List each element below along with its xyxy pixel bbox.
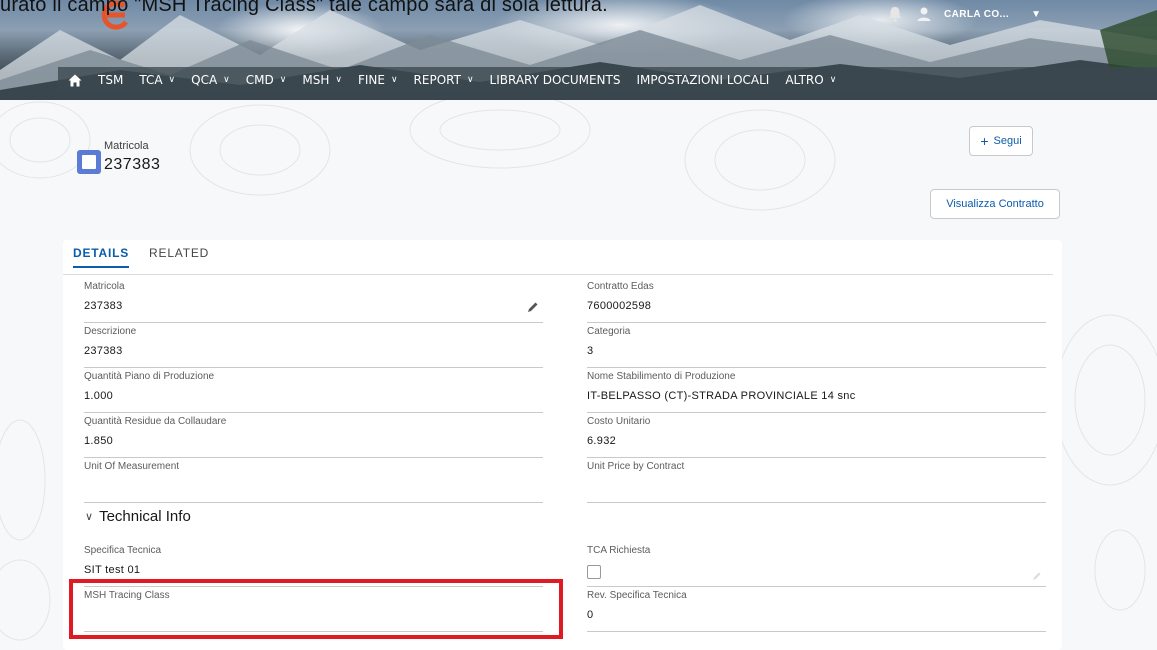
section-technical-info[interactable]: ∨ Technical Info: [85, 508, 191, 525]
nav-item-label: IMPOSTAZIONI LOCALI: [636, 73, 770, 87]
follow-button[interactable]: + Segui: [969, 126, 1033, 156]
nav-item-report[interactable]: REPORT ∨: [414, 73, 474, 87]
nav-item-label: FINE: [357, 73, 385, 87]
field-value: 237383: [84, 300, 123, 312]
nav-item-label: CMD: [245, 73, 274, 87]
field-costo-unitario: Costo Unitario 6.932: [587, 414, 1046, 458]
user-area: CARLA CO... ▼: [886, 5, 1041, 23]
field-quantita-residue: Quantità Residue da Collaudare 1.850: [84, 414, 543, 458]
tab-related[interactable]: RELATED: [149, 246, 209, 268]
field-value: 1.850: [84, 435, 114, 447]
tab-details[interactable]: DETAILS: [73, 246, 130, 268]
nav-item-label: LIBRARY DOCUMENTS: [489, 73, 621, 87]
nav-item-altro[interactable]: ALTRO ∨: [785, 73, 836, 87]
nav-item-msh[interactable]: MSH ∨: [302, 73, 342, 87]
chevron-down-icon: ∨: [168, 75, 176, 85]
highlight-box: [69, 579, 563, 639]
tab-bar: DETAILS RELATED: [73, 246, 209, 268]
edit-pencil-icon[interactable]: [1032, 571, 1042, 581]
nav-item-cmd[interactable]: CMD ∨: [246, 73, 287, 87]
field-label: Descrizione: [84, 326, 137, 337]
field-value: 0: [587, 609, 594, 621]
nav-item-fine[interactable]: FINE ∨: [358, 73, 398, 87]
nav-item-tsm[interactable]: TSM: [98, 73, 123, 87]
record-type-label: Matricola: [104, 140, 149, 152]
field-label: TCA Richiesta: [587, 545, 651, 556]
field-label: Unit Of Measurement: [84, 461, 180, 472]
bell-icon[interactable]: [886, 5, 904, 23]
nav-item-label: REPORT: [413, 73, 461, 87]
field-label: Quantità Piano di Produzione: [84, 371, 215, 382]
field-matricola: Matricola 237383: [84, 279, 543, 323]
field-label: Categoria: [587, 326, 631, 337]
nav-item-label: TSM: [98, 73, 124, 87]
nav-bar: TSM TCA ∨ QCA ∨ CMD ∨ MSH ∨ FINE ∨ REPORT ∨ LIBRARY D…: [58, 67, 1157, 93]
field-value: IT-BELPASSO (CT)-STRADA PROVINCIALE 14 s…: [587, 390, 856, 402]
field-label: Rev. Specifica Tecnica: [587, 590, 687, 601]
field-value: 6.932: [587, 435, 617, 447]
field-label: Unit Price by Contract: [587, 461, 685, 472]
field-value: 3: [587, 345, 594, 357]
field-nome-stabilimento: Nome Stabilimento di Produzione IT-BELPA…: [587, 369, 1046, 413]
nav-item-label: TCA: [139, 73, 163, 87]
field-label: Matricola: [84, 281, 125, 292]
chevron-down-icon: ∨: [466, 75, 474, 85]
field-value: 1.000: [84, 390, 114, 402]
view-contract-button[interactable]: Visualizza Contratto: [930, 189, 1060, 219]
tca-richiesta-checkbox[interactable]: [587, 565, 601, 579]
screen: CARLA CO... ▼ urato il campo "MSH Tracin…: [0, 0, 1157, 650]
record-name: 237383: [104, 156, 161, 173]
record-type-icon: [77, 150, 101, 174]
field-contratto-edas: Contratto Edas 7600002598: [587, 279, 1046, 323]
chevron-down-icon: ∨: [335, 75, 342, 85]
field-value: 7600002598: [587, 300, 652, 312]
nav-item-qca[interactable]: QCA ∨: [191, 73, 230, 87]
nav-item-impostazioni-locali[interactable]: IMPOSTAZIONI LOCALI: [636, 73, 769, 87]
chevron-down-icon: ∨: [223, 75, 230, 85]
field-quantita-piano: Quantità Piano di Produzione 1.000: [84, 369, 543, 413]
field-tca-richiesta: TCA Richiesta: [587, 543, 1046, 587]
field-rev-specifica-tecnica: Rev. Specifica Tecnica 0: [587, 588, 1046, 632]
nav-item-library-documents[interactable]: LIBRARY DOCUMENTS: [490, 73, 621, 87]
nav-item-label: QCA: [191, 73, 218, 87]
field-unit-of-measurement: Unit Of Measurement: [84, 459, 543, 503]
chevron-down-icon[interactable]: ▼: [1031, 9, 1041, 20]
user-name[interactable]: CARLA CO...: [944, 9, 1009, 20]
follow-button-label: Segui: [993, 135, 1022, 147]
tab-divider: [63, 274, 1053, 275]
chevron-down-icon: ∨: [829, 75, 837, 85]
field-label: Contratto Edas: [587, 281, 654, 292]
plus-icon: +: [980, 133, 989, 149]
field-descrizione: Descrizione 237383: [84, 324, 543, 368]
field-value: 237383: [84, 345, 123, 357]
nav-item-tca[interactable]: TCA ∨: [139, 73, 175, 87]
section-title: Technical Info: [99, 508, 191, 525]
field-label: Quantità Residue da Collaudare: [84, 416, 227, 427]
home-icon[interactable]: [68, 74, 82, 87]
chevron-down-icon: ∨: [390, 75, 398, 85]
chevron-down-icon: ∨: [85, 511, 94, 523]
field-label: Nome Stabilimento di Produzione: [587, 371, 736, 382]
field-value: SIT test 01: [84, 564, 141, 576]
field-label: Costo Unitario: [587, 416, 651, 427]
field-unit-price-contract: Unit Price by Contract: [587, 459, 1046, 503]
field-label: Specifica Tecnica: [84, 545, 162, 556]
chevron-down-icon: ∨: [279, 75, 287, 85]
nav-item-label: ALTRO: [785, 73, 824, 87]
caption-text: urato il campo "MSH Tracing Class" tale …: [0, 0, 608, 16]
nav-item-label: MSH: [302, 73, 330, 87]
nav-items: TSM TCA ∨ QCA ∨ CMD ∨ MSH ∨ FINE ∨ REPORT ∨ LIBRARY D…: [98, 73, 852, 87]
edit-pencil-icon[interactable]: [527, 301, 539, 313]
user-avatar-icon[interactable]: [916, 6, 932, 22]
field-categoria: Categoria 3: [587, 324, 1046, 368]
